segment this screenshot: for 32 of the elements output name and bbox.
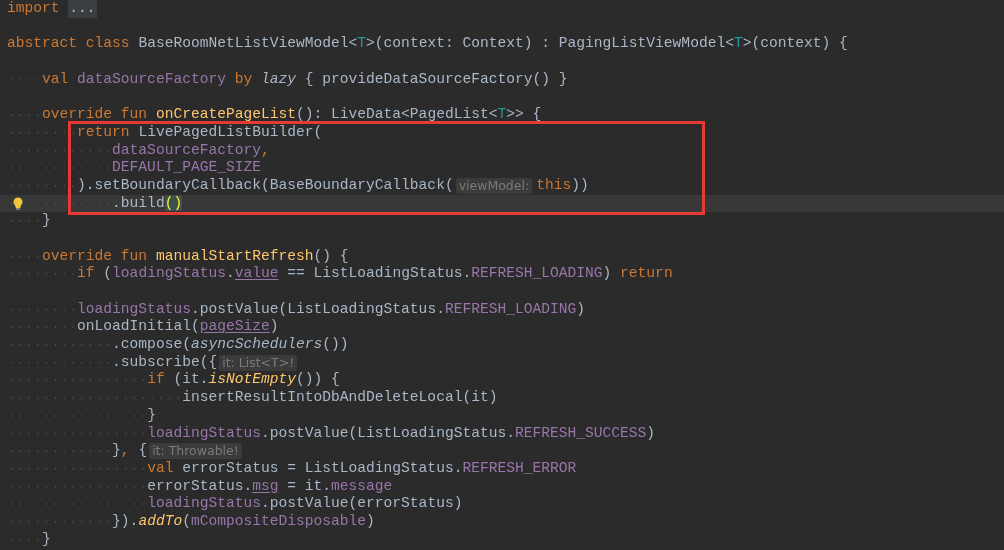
code-text: }, { [112, 442, 148, 460]
code-text: ).setBoundaryCallback(BaseBoundaryCallback( [77, 176, 454, 195]
code-text: val errorStatus = ListLoadingStatus.REFRESH_ERROR [147, 459, 577, 478]
code-text: loadingStatus.postValue(errorStatus) [147, 495, 463, 513]
code-text: } [147, 406, 156, 425]
code-text: } [42, 530, 51, 549]
code-text: import [7, 0, 61, 18]
code-text: if (loadingStatus.value == ListLoadingStatus.REFRESH_LOADING) return [77, 265, 673, 283]
code-text: override fun manualStartRefresh() { [42, 247, 349, 266]
code-text: return LivePagedListBuilder( [77, 123, 323, 142]
code-text: loadingStatus.postValue(ListLoadingStatus.REFRESH_SUCCESS) [147, 424, 656, 443]
code-text: val dataSourceFactory by lazy { provideDataSourceFactory() } [42, 70, 568, 89]
code-text: }).addTo(mCompositeDisposable) [112, 512, 375, 531]
folded-code[interactable]: ... [68, 0, 97, 18]
inlay-hint: it: List<T>! [219, 354, 298, 371]
code-text: .subscribe({ [112, 353, 218, 372]
code-text: onLoadInitial(pageSize) [77, 318, 279, 337]
inlay-hint: viewModel: [455, 177, 533, 194]
code-text: abstract class BaseRoomNetListViewModel<T>(context: Context) : PagingListViewModel<T>(context) { [7, 35, 848, 54]
code-text: .compose(asyncSchedulers()) [112, 336, 349, 354]
code-text: dataSourceFactory, [112, 141, 270, 160]
code-text: this)) [536, 176, 589, 195]
code-text: if (it.isNotEmpty()) { [147, 371, 340, 390]
code-text: insertResultIntoDbAndDeleteLocal(it) [182, 389, 498, 407]
inlay-hint: it: Throwable! [149, 443, 242, 460]
code-text: override fun onCreatePageList(): LiveData<PagedList<T>> { [42, 106, 542, 124]
lightbulb-icon[interactable] [12, 196, 24, 211]
code-text: loadingStatus.postValue(ListLoadingStatus.REFRESH_LOADING) [77, 300, 586, 319]
code-text: DEFAULT_PAGE_SIZE [112, 159, 261, 177]
code-text: } [42, 212, 51, 230]
code-text: errorStatus.msg = it.message [147, 477, 393, 496]
code-text: .build() [112, 194, 183, 213]
